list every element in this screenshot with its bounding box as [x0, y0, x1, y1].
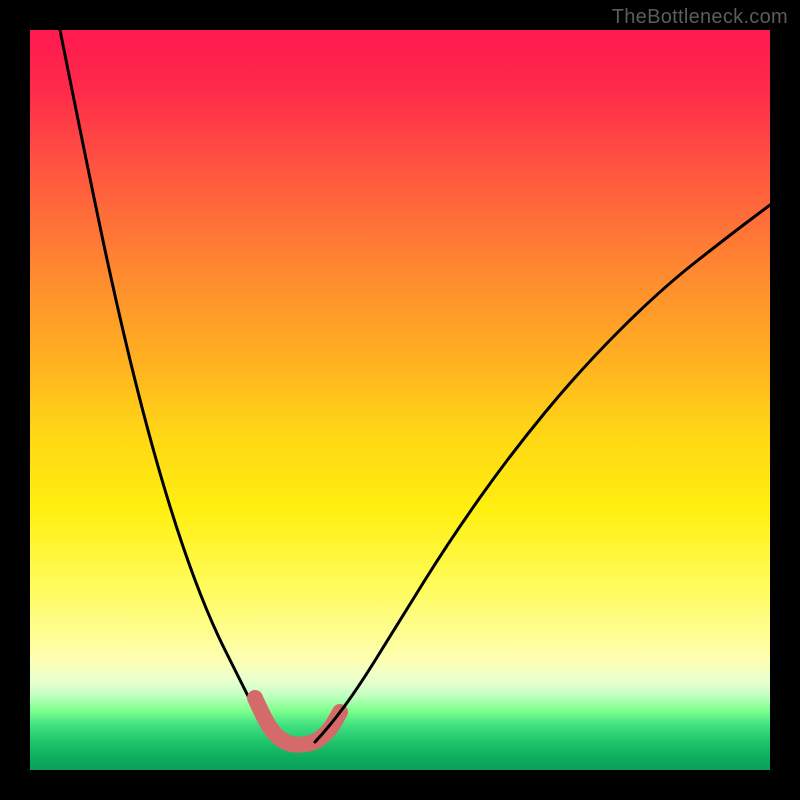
curve-layer	[30, 30, 770, 770]
series-valley-marker	[255, 698, 340, 745]
chart-outer: TheBottleneck.com	[0, 0, 800, 800]
watermark-text: TheBottleneck.com	[612, 6, 788, 29]
plot-area	[30, 30, 770, 770]
series-bottleneck-curve-right	[315, 205, 770, 742]
series-bottleneck-curve-left	[60, 30, 280, 742]
